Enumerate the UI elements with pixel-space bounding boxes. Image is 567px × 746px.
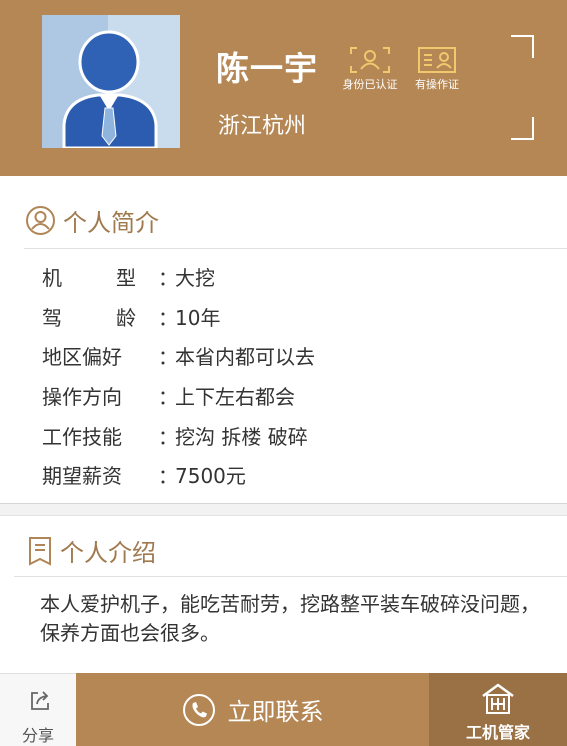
document-icon — [29, 536, 51, 566]
operator-license-icon — [418, 47, 456, 73]
info-label-char: 型 — [116, 266, 136, 290]
info-label: 地区偏好 — [42, 345, 122, 369]
corner-bracket-top — [511, 35, 534, 58]
info-label: 工作技能 — [42, 425, 122, 449]
brand-button[interactable]: 工机管家 — [429, 673, 567, 746]
info-row-experience: 驾龄 ： 10年 — [42, 302, 220, 331]
house-logo-icon — [482, 683, 514, 714]
phone-icon — [182, 693, 215, 726]
corner-bracket-bottom — [511, 117, 534, 140]
user-name: 陈一宇 — [216, 49, 318, 88]
brand-label: 工机管家 — [465, 723, 530, 742]
info-value: 上下左右都会 — [175, 385, 295, 409]
colon: ： — [158, 425, 178, 449]
id-verified-badge: 身份已认证 — [337, 46, 403, 92]
info-label: 机型 — [42, 262, 136, 291]
user-city: 浙江杭州 — [218, 114, 307, 139]
info-value: 挖沟 拆楼 破碎 — [175, 425, 308, 449]
colon: ： — [158, 345, 178, 369]
profile-header: 陈一宇 浙江杭州 身份已认证 有操作证 — [0, 0, 567, 176]
colon: ： — [158, 464, 178, 488]
bottom-action-bar: 分享 立即联系 工机管家 — [0, 673, 567, 746]
id-verified-label: 身份已认证 — [342, 78, 398, 91]
info-row-direction: 操作方向 ： 上下左右都会 — [42, 381, 295, 410]
info-row-region: 地区偏好 ： 本省内都可以去 — [42, 341, 315, 370]
info-label-char: 龄 — [116, 306, 136, 330]
colon: ： — [158, 306, 178, 330]
info-value: 本省内都可以去 — [175, 345, 315, 369]
info-label-char: 驾 — [42, 306, 62, 330]
id-verified-icon — [350, 47, 390, 73]
info-label: 期望薪资 — [42, 464, 122, 488]
colon: ： — [158, 266, 178, 290]
info-value: 大挖 — [175, 266, 215, 290]
share-button[interactable]: 分享 — [0, 673, 76, 746]
avatar — [42, 15, 180, 148]
section-title-bio-label: 个人介绍 — [60, 539, 156, 567]
bio-text: 本人爱护机子，能吃苦耐劳，挖路整平装车破碎没问题，保养方面也会很多。 — [40, 592, 540, 645]
section-gap — [0, 503, 567, 516]
info-row-model: 机型 ： 大挖 — [42, 262, 215, 291]
share-label: 分享 — [21, 726, 54, 745]
info-label: 操作方向 — [42, 385, 122, 409]
info-row-salary: 期望薪资 ： 7500元 — [42, 460, 246, 489]
section-title-bio: 个人介绍 — [27, 533, 156, 568]
colon: ： — [158, 385, 178, 409]
info-row-skills: 工作技能 ： 挖沟 拆楼 破碎 — [42, 421, 308, 450]
person-circle-icon — [26, 206, 55, 235]
operator-license-label: 有操作证 — [415, 78, 459, 91]
divider — [24, 248, 567, 249]
section-title-profile: 个人简介 — [25, 203, 159, 238]
share-icon — [31, 691, 49, 710]
contact-now-button[interactable]: 立即联系 — [76, 673, 429, 746]
info-label-char: 机 — [42, 266, 62, 290]
section-title-profile-label: 个人简介 — [63, 209, 159, 237]
info-value: 10年 — [175, 306, 221, 330]
info-label: 驾龄 — [42, 302, 136, 331]
info-value: 7500元 — [175, 464, 246, 488]
contact-now-label: 立即联系 — [227, 698, 324, 726]
divider — [14, 576, 567, 577]
operator-license-badge: 有操作证 — [404, 46, 470, 92]
